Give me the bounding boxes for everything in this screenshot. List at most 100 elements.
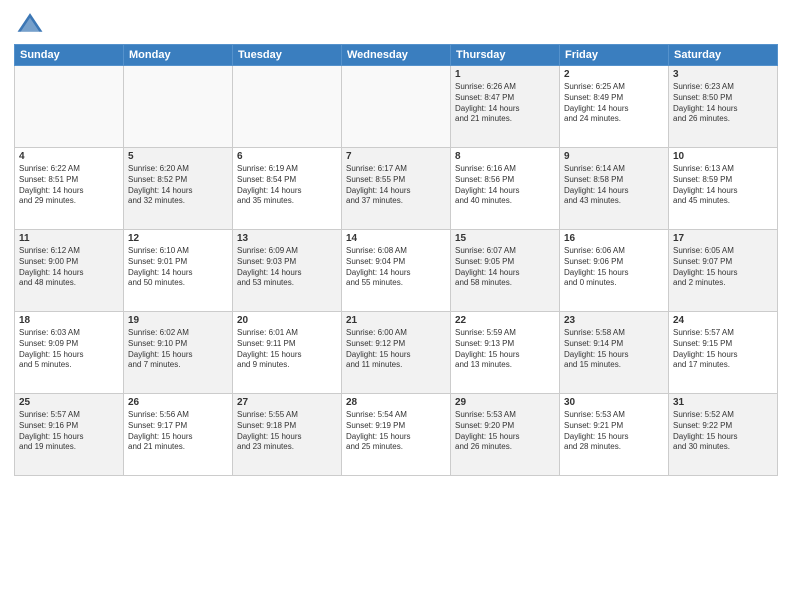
calendar-table: SundayMondayTuesdayWednesdayThursdayFrid… xyxy=(14,44,778,476)
day-info: Sunrise: 6:06 AM Sunset: 9:06 PM Dayligh… xyxy=(564,246,664,289)
page: SundayMondayTuesdayWednesdayThursdayFrid… xyxy=(0,0,792,612)
weekday-header-saturday: Saturday xyxy=(669,45,778,66)
day-info: Sunrise: 5:57 AM Sunset: 9:15 PM Dayligh… xyxy=(673,328,773,371)
weekday-header-monday: Monday xyxy=(124,45,233,66)
day-info: Sunrise: 6:08 AM Sunset: 9:04 PM Dayligh… xyxy=(346,246,446,289)
day-info: Sunrise: 5:56 AM Sunset: 9:17 PM Dayligh… xyxy=(128,410,228,453)
calendar-week-row: 25 Sunrise: 5:57 AM Sunset: 9:16 PM Dayli… xyxy=(15,394,778,476)
calendar-day-cell: 7Sunrise: 6:17 AM Sunset: 8:55 PM Daylig… xyxy=(342,148,451,230)
day-number: 12 xyxy=(128,233,228,244)
calendar-day-cell: 9 Sunrise: 6:14 AM Sunset: 8:58 PM Daylig… xyxy=(560,148,669,230)
calendar-day-cell: 27 Sunrise: 5:55 AM Sunset: 9:18 PM Dayli… xyxy=(233,394,342,476)
calendar-week-row: 4 Sunrise: 6:22 AM Sunset: 8:51 PM Daylig… xyxy=(15,148,778,230)
day-info: Sunrise: 6:12 AM Sunset: 9:00 PM Dayligh… xyxy=(19,246,119,289)
calendar-day-cell: 20 Sunrise: 6:01 AM Sunset: 9:11 PM Dayli… xyxy=(233,312,342,394)
day-info: Sunrise: 5:57 AM Sunset: 9:16 PM Dayligh… xyxy=(19,410,119,453)
day-info: Sunrise: 5:54 AM Sunset: 9:19 PM Dayligh… xyxy=(346,410,446,453)
day-number: 21 xyxy=(346,315,446,326)
calendar-week-row: 1 Sunrise: 6:26 AM Sunset: 8:47 PM Daylig… xyxy=(15,66,778,148)
day-info: Sunrise: 5:59 AM Sunset: 9:13 PM Dayligh… xyxy=(455,328,555,371)
day-info: Sunrise: 6:13 AM Sunset: 8:59 PM Dayligh… xyxy=(673,164,773,207)
day-number: 27 xyxy=(237,397,337,408)
day-info: Sunrise: 6:22 AM Sunset: 8:51 PM Dayligh… xyxy=(19,164,119,207)
weekday-header-sunday: Sunday xyxy=(15,45,124,66)
calendar-day-cell: 11 Sunrise: 6:12 AM Sunset: 9:00 PM Dayli… xyxy=(15,230,124,312)
day-info: Sunrise: 6:23 AM Sunset: 8:50 PM Dayligh… xyxy=(673,82,773,125)
day-number: 16 xyxy=(564,233,664,244)
calendar-day-cell: 19 Sunrise: 6:02 AM Sunset: 9:10 PM Dayli… xyxy=(124,312,233,394)
calendar-day-cell xyxy=(15,66,124,148)
day-number: 24 xyxy=(673,315,773,326)
day-info: Sunrise: 6:16 AM Sunset: 8:56 PM Dayligh… xyxy=(455,164,555,207)
day-number: 3 xyxy=(673,69,773,80)
calendar-day-cell: 21 Sunrise: 6:00 AM Sunset: 9:12 PM Dayli… xyxy=(342,312,451,394)
day-number: 31 xyxy=(673,397,773,408)
day-info: Sunrise: 6:01 AM Sunset: 9:11 PM Dayligh… xyxy=(237,328,337,371)
day-number: 26 xyxy=(128,397,228,408)
calendar-day-cell: 24 Sunrise: 5:57 AM Sunset: 9:15 PM Dayli… xyxy=(669,312,778,394)
calendar-day-cell: 6 Sunrise: 6:19 AM Sunset: 8:54 PM Daylig… xyxy=(233,148,342,230)
day-info: Sunrise: 6:00 AM Sunset: 9:12 PM Dayligh… xyxy=(346,328,446,371)
day-number: 5 xyxy=(128,151,228,162)
day-number: 20 xyxy=(237,315,337,326)
calendar-day-cell: 23 Sunrise: 5:58 AM Sunset: 9:14 PM Dayli… xyxy=(560,312,669,394)
day-number: 22 xyxy=(455,315,555,326)
calendar-day-cell: 18 Sunrise: 6:03 AM Sunset: 9:09 PM Dayli… xyxy=(15,312,124,394)
day-info: Sunrise: 6:03 AM Sunset: 9:09 PM Dayligh… xyxy=(19,328,119,371)
day-info: Sunrise: 6:10 AM Sunset: 9:01 PM Dayligh… xyxy=(128,246,228,289)
calendar-week-row: 11 Sunrise: 6:12 AM Sunset: 9:00 PM Dayli… xyxy=(15,230,778,312)
calendar-day-cell: 12 Sunrise: 6:10 AM Sunset: 9:01 PM Dayli… xyxy=(124,230,233,312)
day-info: Sunrise: 6:09 AM Sunset: 9:03 PM Dayligh… xyxy=(237,246,337,289)
day-number: 17 xyxy=(673,233,773,244)
calendar-day-cell: 22 Sunrise: 5:59 AM Sunset: 9:13 PM Dayli… xyxy=(451,312,560,394)
weekday-header-wednesday: Wednesday xyxy=(342,45,451,66)
calendar-day-cell: 10 Sunrise: 6:13 AM Sunset: 8:59 PM Dayli… xyxy=(669,148,778,230)
day-info: Sunrise: 6:20 AM Sunset: 8:52 PM Dayligh… xyxy=(128,164,228,207)
calendar-day-cell xyxy=(342,66,451,148)
calendar-day-cell: 16 Sunrise: 6:06 AM Sunset: 9:06 PM Dayli… xyxy=(560,230,669,312)
day-number: 4 xyxy=(19,151,119,162)
calendar-day-cell xyxy=(233,66,342,148)
day-number: 19 xyxy=(128,315,228,326)
day-info: Sunrise: 5:53 AM Sunset: 9:21 PM Dayligh… xyxy=(564,410,664,453)
day-number: 10 xyxy=(673,151,773,162)
calendar-day-cell: 29 Sunrise: 5:53 AM Sunset: 9:20 PM Dayli… xyxy=(451,394,560,476)
day-number: 15 xyxy=(455,233,555,244)
day-info: Sunrise: 5:52 AM Sunset: 9:22 PM Dayligh… xyxy=(673,410,773,453)
day-number: 8 xyxy=(455,151,555,162)
day-info: Sunrise: 6:26 AM Sunset: 8:47 PM Dayligh… xyxy=(455,82,555,125)
weekday-header-thursday: Thursday xyxy=(451,45,560,66)
day-info: Sunrise: 5:53 AM Sunset: 9:20 PM Dayligh… xyxy=(455,410,555,453)
day-number: 23 xyxy=(564,315,664,326)
day-number: 1 xyxy=(455,69,555,80)
calendar-day-cell: 28 Sunrise: 5:54 AM Sunset: 9:19 PM Dayli… xyxy=(342,394,451,476)
calendar-day-cell: 15 Sunrise: 6:07 AM Sunset: 9:05 PM Dayli… xyxy=(451,230,560,312)
day-number: 30 xyxy=(564,397,664,408)
day-info: Sunrise: 6:14 AM Sunset: 8:58 PM Dayligh… xyxy=(564,164,664,207)
day-number: 6 xyxy=(237,151,337,162)
day-info: Sunrise: 6:07 AM Sunset: 9:05 PM Dayligh… xyxy=(455,246,555,289)
calendar-day-cell: 25 Sunrise: 5:57 AM Sunset: 9:16 PM Dayli… xyxy=(15,394,124,476)
day-number: 29 xyxy=(455,397,555,408)
day-number: 14 xyxy=(346,233,446,244)
header xyxy=(14,10,778,38)
weekday-header-tuesday: Tuesday xyxy=(233,45,342,66)
day-number: 13 xyxy=(237,233,337,244)
day-number: 18 xyxy=(19,315,119,326)
day-info: Sunrise: 6:17 AM Sunset: 8:55 PM Dayligh… xyxy=(346,164,446,207)
day-info: Sunrise: 6:05 AM Sunset: 9:07 PM Dayligh… xyxy=(673,246,773,289)
day-info: Sunrise: 5:55 AM Sunset: 9:18 PM Dayligh… xyxy=(237,410,337,453)
day-number: 11 xyxy=(19,233,119,244)
day-info: Sunrise: 5:58 AM Sunset: 9:14 PM Dayligh… xyxy=(564,328,664,371)
day-number: 28 xyxy=(346,397,446,408)
day-number: 9 xyxy=(564,151,664,162)
calendar-day-cell: 13 Sunrise: 6:09 AM Sunset: 9:03 PM Dayli… xyxy=(233,230,342,312)
day-info: Sunrise: 6:19 AM Sunset: 8:54 PM Dayligh… xyxy=(237,164,337,207)
calendar-day-cell: 30 Sunrise: 5:53 AM Sunset: 9:21 PM Dayli… xyxy=(560,394,669,476)
calendar-day-cell xyxy=(124,66,233,148)
day-info: Sunrise: 6:02 AM Sunset: 9:10 PM Dayligh… xyxy=(128,328,228,371)
day-info: Sunrise: 6:25 AM Sunset: 8:49 PM Dayligh… xyxy=(564,82,664,125)
weekday-header-row: SundayMondayTuesdayWednesdayThursdayFrid… xyxy=(15,45,778,66)
day-number: 25 xyxy=(19,397,119,408)
calendar-day-cell: 14 Sunrise: 6:08 AM Sunset: 9:04 PM Dayli… xyxy=(342,230,451,312)
